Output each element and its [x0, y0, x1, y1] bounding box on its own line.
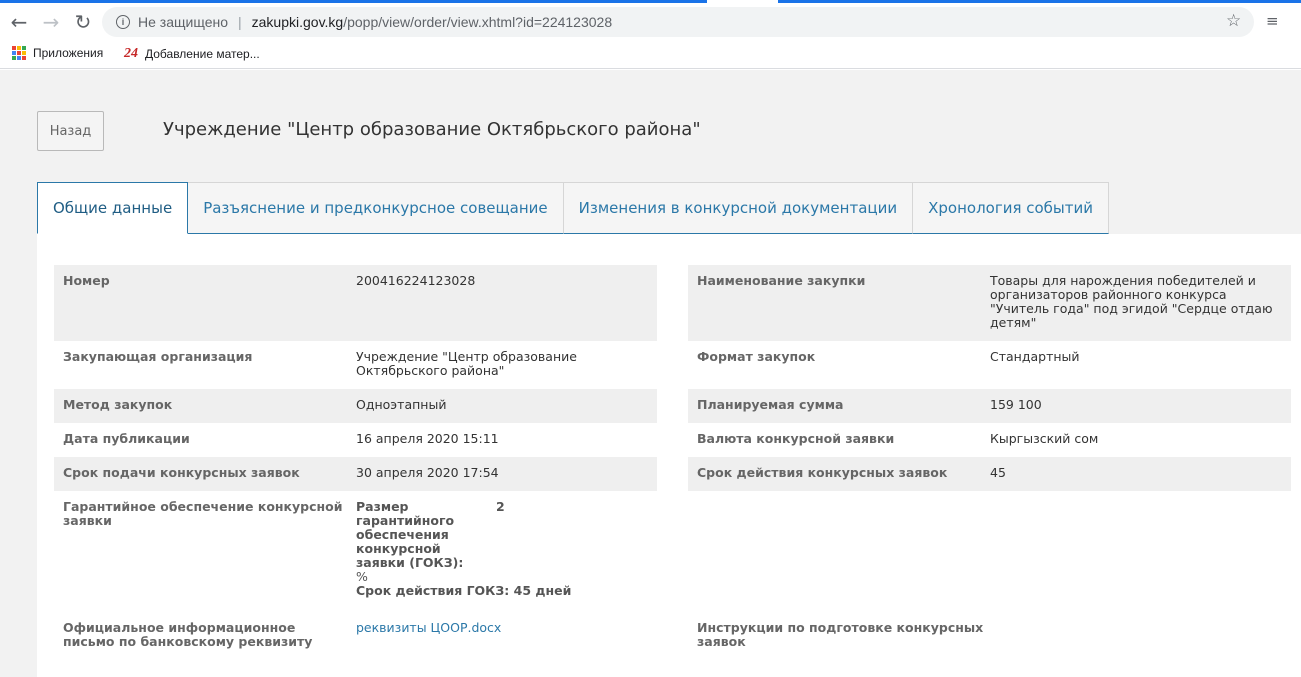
guarantee-size-value: 2 [496, 499, 505, 514]
field-label: Метод закупок [63, 397, 173, 412]
details-left-column: Номер 200416224123028 Закупающая организ… [54, 265, 657, 660]
bookmarks-bar: Приложения 24 Добавление матер... [0, 39, 1301, 69]
field-value: 45 [990, 465, 1006, 480]
reading-list-icon[interactable]: ≡ [1266, 14, 1279, 29]
tab-timeline[interactable]: Хронология событий [912, 182, 1110, 234]
field-value: Учреждение "Центр образование Октябрьско… [356, 349, 577, 378]
url-path[interactable]: /popp/view/order/view.xhtml?id=224123028 [343, 14, 612, 30]
bookmark-label: Приложения [33, 46, 104, 60]
bank-letter-file-link[interactable]: реквизиты ЦООР.docx [356, 620, 501, 635]
tab-bar: Общие данные Разъяснение и предконкурсно… [37, 182, 1110, 234]
row-format: Формат закупок Стандартный [688, 341, 1291, 389]
field-label: Наименование закупки [697, 273, 866, 288]
row-number: Номер 200416224123028 [54, 265, 657, 341]
field-value: 30 апреля 2020 17:54 [356, 465, 499, 480]
forward-arrow-icon[interactable]: → [38, 9, 64, 35]
page-body: Назад Учреждение "Центр образование Октя… [0, 70, 1301, 677]
row-guarantee: Гарантийное обеспечение конкурсной заявк… [54, 491, 657, 612]
address-separator: | [238, 14, 242, 30]
field-label: Срок подачи конкурсных заявок [63, 465, 300, 480]
bookmark-label: Добавление матер... [145, 47, 260, 61]
row-purchase-name: Наименование закупки Товары для нарожден… [688, 265, 1291, 341]
guarantee-unit: % [356, 569, 368, 584]
address-bar[interactable]: i Не защищено | zakupki.gov.kg /popp/vie… [102, 7, 1254, 37]
url-host[interactable]: zakupki.gov.kg [252, 14, 344, 30]
back-arrow-icon[interactable]: ← [6, 9, 32, 35]
field-value: 16 апреля 2020 15:11 [356, 431, 499, 446]
apps-grid-icon [12, 46, 26, 60]
bank-letter-value: реквизиты ЦООР.docx [356, 621, 657, 651]
row-bank-letter: Официальное информационное письмо по бан… [54, 612, 657, 660]
field-label: Официальное информационное письмо по бан… [63, 620, 313, 649]
guarantee-size-label: Размер гарантийного обеспечения конкурсн… [356, 499, 464, 570]
tab-general[interactable]: Общие данные [37, 182, 189, 234]
details-right-column: Наименование закупки Товары для нарожден… [688, 265, 1291, 660]
field-label: Планируемая сумма [697, 397, 844, 412]
tab-panel-general: Номер 200416224123028 Закупающая организ… [37, 234, 1301, 677]
row-instructions: Инструкции по подготовке конкурсных заяв… [688, 612, 1291, 660]
tab-clarification[interactable]: Разъяснение и предконкурсное совещание [187, 182, 564, 234]
back-button[interactable]: Назад [37, 111, 104, 151]
field-label: Инструкции по подготовке конкурсных заяв… [697, 620, 984, 649]
bookmark-apps[interactable]: Приложения [12, 46, 103, 60]
field-label: Закупающая организация [63, 349, 253, 364]
field-value: Стандартный [990, 349, 1080, 364]
info-icon[interactable]: i [116, 15, 130, 29]
field-label: Дата публикации [63, 431, 190, 446]
reload-icon[interactable]: ↻ [70, 9, 96, 35]
guarantee-term: Срок действия ГОКЗ: 45 дней [356, 583, 572, 598]
row-currency: Валюта конкурсной заявки Кыргызский сом [688, 423, 1291, 457]
field-value: 159 100 [990, 397, 1042, 412]
field-label: Номер [63, 273, 110, 288]
row-validity: Срок действия конкурсных заявок 45 [688, 457, 1291, 491]
field-value: 200416224123028 [356, 273, 476, 288]
field-label: Валюта конкурсной заявки [697, 431, 895, 446]
browser-toolbar: ← → ↻ i Не защищено | zakupki.gov.kg /po… [0, 3, 1301, 39]
bookmark-site[interactable]: 24 Добавление матер... [124, 46, 260, 62]
field-value: Товары для нарождения победителей и орга… [990, 273, 1273, 330]
page-title: Учреждение "Центр образование Октябрьско… [163, 119, 701, 140]
field-value: Кыргызский сом [990, 431, 1099, 446]
row-method: Метод закупок Одноэтапный [54, 389, 657, 423]
row-publish-date: Дата публикации 16 апреля 2020 15:11 [54, 423, 657, 457]
field-label: Формат закупок [697, 349, 816, 364]
site-24-icon: 24 [124, 46, 138, 61]
row-planned-sum: Планируемая сумма 159 100 [688, 389, 1291, 423]
bookmark-star-icon[interactable]: ☆ [1226, 13, 1241, 30]
field-label: Срок действия конкурсных заявок [697, 465, 948, 480]
row-purchaser: Закупающая организация Учреждение "Центр… [54, 341, 657, 389]
security-status[interactable]: Не защищено [138, 14, 228, 30]
row-empty [688, 491, 1291, 612]
field-value: Одноэтапный [356, 397, 447, 412]
row-deadline: Срок подачи конкурсных заявок 30 апреля … [54, 457, 657, 491]
tab-doc-changes[interactable]: Изменения в конкурсной документации [562, 182, 914, 234]
guarantee-value: Размер гарантийного обеспечения конкурсн… [356, 500, 657, 603]
field-label: Гарантийное обеспечение конкурсной заявк… [63, 499, 343, 528]
